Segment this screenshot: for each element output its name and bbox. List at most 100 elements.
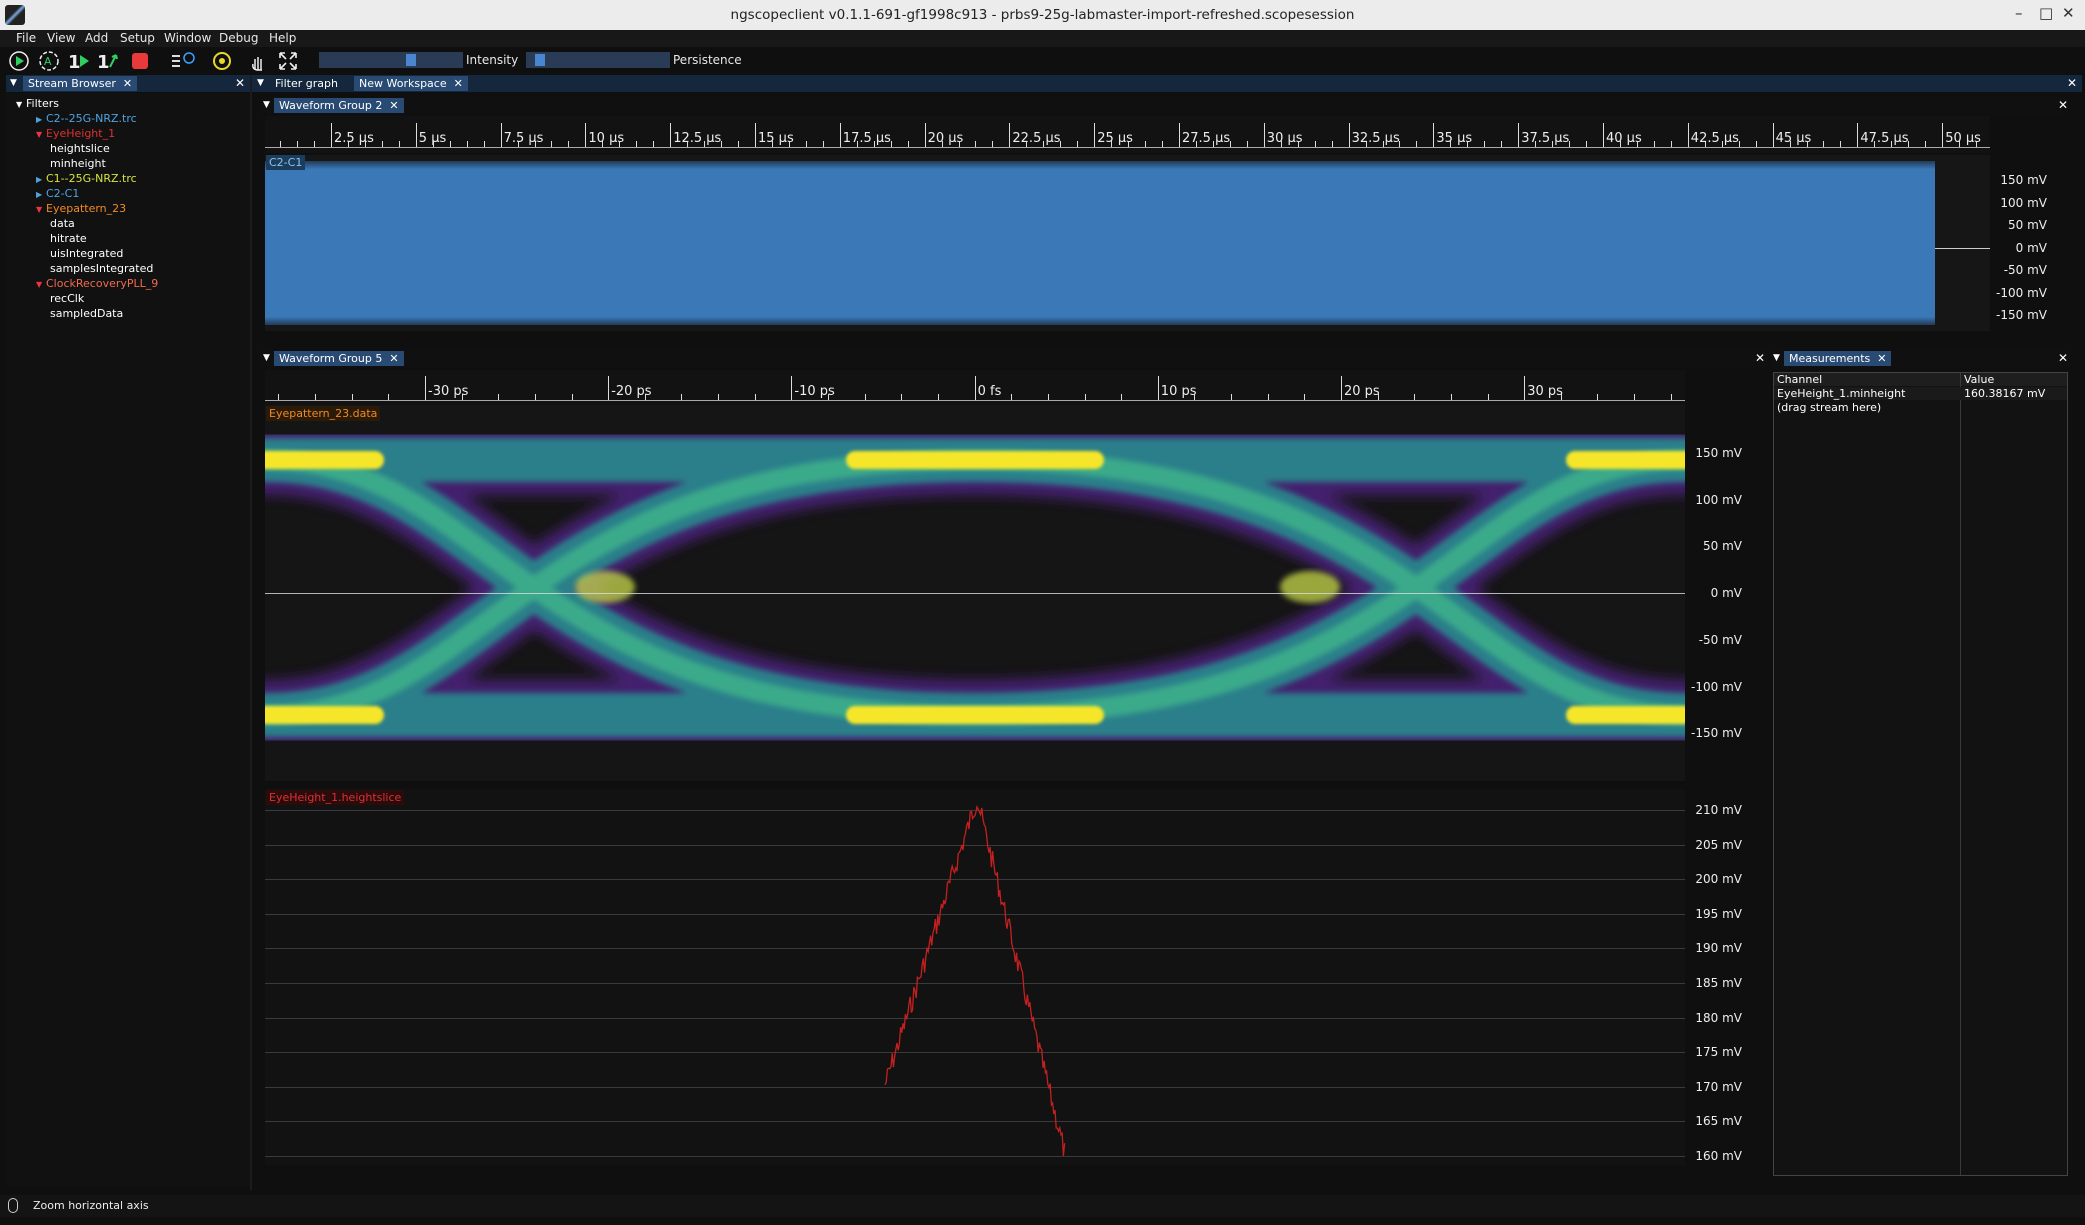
height-slice-plot[interactable]: EyeHeight_1.heightslice bbox=[265, 789, 1685, 1165]
y-tick-label: 150 mV bbox=[1695, 446, 1742, 460]
menu-add[interactable]: Add bbox=[85, 31, 108, 45]
slice-voltage-axis[interactable]: 210 mV 205 mV 200 mV 195 mV 190 mV 185 mV 180 … bbox=[1685, 789, 1750, 1169]
trigger-settings-icon[interactable] bbox=[210, 50, 234, 72]
close-tab-icon[interactable]: ✕ bbox=[386, 99, 398, 112]
tree-item-label: samplesIntegrated bbox=[50, 262, 154, 275]
drag-stream-placeholder[interactable]: (drag stream here) bbox=[1777, 401, 1881, 414]
tree-item[interactable]: ▼ EyeHeight_1 bbox=[36, 127, 115, 140]
eye-voltage-axis[interactable]: 150 mV 100 mV 50 mV 0 mV -50 mV -100 mV -150 m… bbox=[1685, 405, 1750, 781]
x-major-tick bbox=[974, 376, 976, 400]
minimize-icon[interactable]: – bbox=[2015, 4, 2023, 22]
persistence-slider-handle[interactable] bbox=[534, 54, 545, 66]
dock-menu-icon[interactable]: ▼ bbox=[1773, 353, 1780, 363]
fullscreen-icon[interactable] bbox=[276, 50, 300, 72]
stream-browser-dockbar: ▼ Stream Browser ✕ ✕ bbox=[6, 75, 250, 92]
close-panel-icon[interactable]: ✕ bbox=[2058, 351, 2068, 365]
y-tick-label: -100 mV bbox=[1996, 285, 2047, 300]
tab-waveform-group-5[interactable]: Waveform Group 5 ✕ bbox=[274, 351, 404, 366]
group2-voltage-axis[interactable]: 150 mV 100 mV 50 mV 0 mV -50 mV -100 mV -150 m… bbox=[1990, 155, 2055, 331]
tree-root-filters[interactable]: ▼ Filters bbox=[16, 97, 59, 110]
slice-channel-label[interactable]: EyeHeight_1.heightslice bbox=[266, 790, 405, 805]
tree-item[interactable]: ▶ C2-C1 bbox=[36, 187, 79, 200]
force-trigger-icon[interactable]: 1 bbox=[96, 50, 120, 73]
close-window-icon[interactable]: ✕ bbox=[2062, 4, 2075, 22]
close-panel-icon[interactable]: ✕ bbox=[1755, 351, 1765, 365]
x-major-tick bbox=[839, 123, 841, 147]
tree-item[interactable]: minheight bbox=[50, 157, 106, 170]
close-panel-icon[interactable]: ✕ bbox=[235, 76, 245, 90]
close-tab-icon[interactable]: ✕ bbox=[450, 77, 463, 90]
group5-time-axis[interactable]: -30 ps -20 ps -10 ps 0 fs 10 ps 20 ps 30 ps bbox=[265, 370, 1685, 406]
filter-graph-tab-label: Filter graph bbox=[275, 77, 338, 90]
x-major-tick bbox=[425, 376, 426, 400]
tree-item[interactable]: heightslice bbox=[50, 142, 110, 155]
expand-arrow-icon[interactable]: ▼ bbox=[16, 100, 26, 109]
table-row[interactable]: (drag stream here) bbox=[1774, 401, 2067, 414]
close-tab-icon[interactable]: ✕ bbox=[386, 352, 398, 365]
menu-setup[interactable]: Setup bbox=[120, 31, 155, 45]
dock-menu-icon[interactable]: ▼ bbox=[257, 78, 264, 88]
menu-help[interactable]: Help bbox=[269, 31, 296, 45]
column-header-channel[interactable]: Channel bbox=[1777, 373, 1822, 386]
dock-menu-icon[interactable]: ▼ bbox=[263, 353, 270, 363]
x-tick-label: 5 µs bbox=[418, 131, 447, 146]
panel-splitter[interactable] bbox=[250, 75, 252, 1190]
tab-new-workspace[interactable]: New Workspace ✕ bbox=[354, 76, 468, 91]
tree-item-label: C2-C1 bbox=[46, 187, 80, 200]
menu-debug[interactable]: Debug bbox=[219, 31, 258, 45]
tree-item[interactable]: sampledData bbox=[50, 307, 123, 320]
close-tab-icon[interactable]: ✕ bbox=[1874, 352, 1886, 365]
intensity-slider[interactable] bbox=[319, 52, 463, 68]
persistence-slider[interactable] bbox=[526, 52, 670, 68]
collapse-arrow-icon[interactable]: ▼ bbox=[36, 280, 46, 289]
collapse-arrow-icon[interactable]: ▼ bbox=[36, 130, 46, 139]
dock-menu-icon[interactable]: ▼ bbox=[263, 100, 270, 110]
tree-item[interactable]: samplesIntegrated bbox=[50, 262, 153, 275]
x-major-tick bbox=[1263, 123, 1265, 147]
play-icon[interactable] bbox=[7, 50, 31, 72]
tab-stream-browser[interactable]: Stream Browser ✕ bbox=[23, 76, 138, 91]
expand-arrow-icon[interactable]: ▶ bbox=[36, 175, 46, 184]
x-tick-label: 25 µs bbox=[1097, 131, 1133, 146]
dock-menu-icon[interactable]: ▼ bbox=[10, 78, 17, 88]
tree-item[interactable]: data bbox=[50, 217, 75, 230]
close-panel-icon[interactable]: ✕ bbox=[2067, 76, 2077, 90]
eye-pattern-plot[interactable]: Eyepattern_23.data bbox=[265, 405, 1685, 781]
group2-plot-area[interactable]: C2-C1 bbox=[265, 155, 1990, 331]
stop-icon[interactable] bbox=[128, 50, 152, 72]
tab-waveform-group-2[interactable]: Waveform Group 2 ✕ bbox=[274, 98, 404, 113]
tab-filter-graph[interactable]: Filter graph bbox=[270, 76, 343, 91]
tree-item[interactable]: ▶ C1--25G-NRZ.trc bbox=[36, 172, 137, 185]
menu-file[interactable]: File bbox=[16, 31, 36, 45]
group2-channel-label[interactable]: C2-C1 bbox=[266, 155, 306, 170]
tree-item[interactable]: ▼ Eyepattern_23 bbox=[36, 202, 126, 215]
x-tick-label: 20 µs bbox=[927, 131, 964, 146]
timebase-icon[interactable] bbox=[170, 50, 195, 72]
collapse-arrow-icon[interactable]: ▼ bbox=[36, 205, 46, 214]
expand-arrow-icon[interactable]: ▶ bbox=[36, 190, 46, 199]
column-header-value[interactable]: Value bbox=[1964, 373, 1994, 386]
x-tick-label: 50 µs bbox=[1945, 131, 1981, 146]
touch-icon[interactable] bbox=[246, 50, 270, 72]
x-axis-baseline bbox=[265, 400, 1685, 401]
close-tab-icon[interactable]: ✕ bbox=[119, 77, 132, 90]
maximize-icon[interactable]: □ bbox=[2039, 4, 2053, 22]
y-tick-label: 180 mV bbox=[1695, 1010, 1742, 1025]
menu-window[interactable]: Window bbox=[164, 31, 211, 45]
table-row[interactable]: EyeHeight_1.minheight 160.38167 mV bbox=[1774, 387, 2067, 400]
tree-item[interactable]: hitrate bbox=[50, 232, 87, 245]
tree-item[interactable]: ▼ ClockRecoveryPLL_9 bbox=[36, 277, 158, 290]
single-trigger-icon[interactable]: 1 bbox=[67, 50, 91, 73]
intensity-slider-handle[interactable] bbox=[406, 54, 417, 66]
x-tick-label: 10 µs bbox=[588, 131, 625, 146]
auto-trigger-icon[interactable]: A bbox=[37, 50, 61, 72]
tree-item[interactable]: ▶ C2--25G-NRZ.trc bbox=[36, 112, 137, 125]
tree-item[interactable]: recClk bbox=[50, 292, 84, 305]
tree-item[interactable]: uisIntegrated bbox=[50, 247, 123, 260]
close-panel-icon[interactable]: ✕ bbox=[2058, 98, 2068, 112]
expand-arrow-icon[interactable]: ▶ bbox=[36, 115, 46, 124]
eye-channel-label[interactable]: Eyepattern_23.data bbox=[266, 406, 381, 421]
tab-measurements[interactable]: Measurements ✕ bbox=[1784, 351, 1892, 366]
menu-view[interactable]: View bbox=[47, 31, 75, 45]
group2-time-axis[interactable]: 2.5 µs 5 µs 7.5 µs 10 µs 12.5 µs 15 µs 17.5 µs… bbox=[265, 116, 1990, 153]
